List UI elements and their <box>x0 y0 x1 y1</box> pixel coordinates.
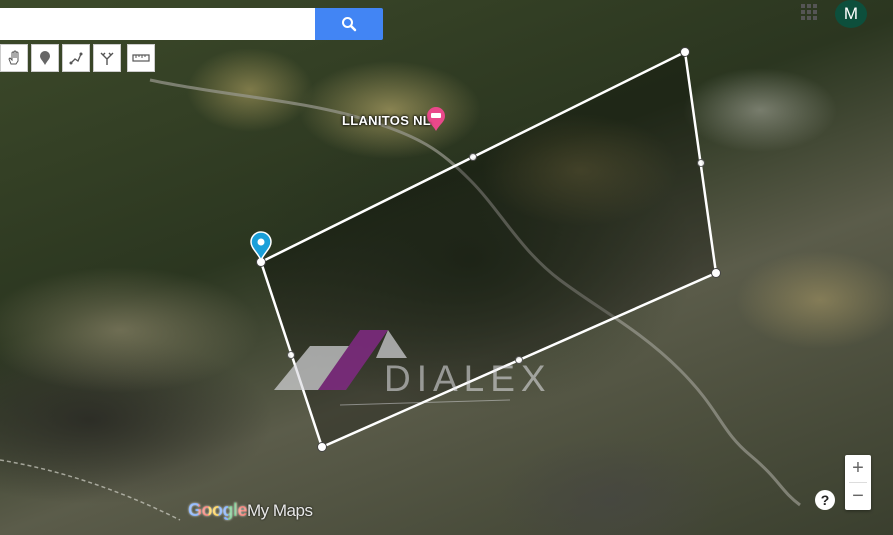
location-pin-icon <box>250 231 272 262</box>
mymaps-logo-text: My Maps <box>247 501 313 520</box>
watermark-text: DIALEX <box>384 358 552 399</box>
vertex-handle <box>317 442 327 452</box>
ruler-icon <box>132 54 150 62</box>
draw-line-button[interactable] <box>62 44 90 72</box>
vertex-handle <box>711 268 721 278</box>
place-label[interactable]: LLANITOS NL <box>342 113 431 128</box>
search-input[interactable] <box>0 8 315 40</box>
zoom-control: + − <box>845 455 871 510</box>
google-logo-text: Google <box>188 500 248 520</box>
hand-tool-button[interactable] <box>0 44 28 72</box>
apps-grid-icon[interactable] <box>800 3 818 21</box>
draw-line-icon <box>69 52 83 65</box>
zoom-out-button[interactable]: − <box>845 483 871 510</box>
google-mymaps-logo: GoogleMy Maps <box>188 500 313 521</box>
help-icon[interactable]: ? <box>815 490 835 510</box>
satellite-map[interactable]: LLANITOS NL DIALEX <box>0 0 893 535</box>
hand-icon <box>8 50 19 65</box>
zoom-in-button[interactable]: + <box>845 455 871 482</box>
directions-icon <box>100 52 114 65</box>
ruler-button[interactable] <box>127 44 155 72</box>
map-toolbar <box>0 44 155 72</box>
midpoint-handle <box>469 153 477 161</box>
marker-icon <box>40 51 50 65</box>
map-overlay <box>0 47 801 521</box>
search-icon <box>342 17 357 32</box>
add-marker-button[interactable] <box>31 44 59 72</box>
vertex-handle <box>680 47 690 57</box>
midpoint-handle <box>287 351 295 359</box>
directions-button[interactable] <box>93 44 121 72</box>
midpoint-handle <box>697 159 705 167</box>
search-button[interactable] <box>315 8 383 40</box>
road-secondary <box>0 459 181 521</box>
account-avatar[interactable]: M <box>835 0 867 28</box>
